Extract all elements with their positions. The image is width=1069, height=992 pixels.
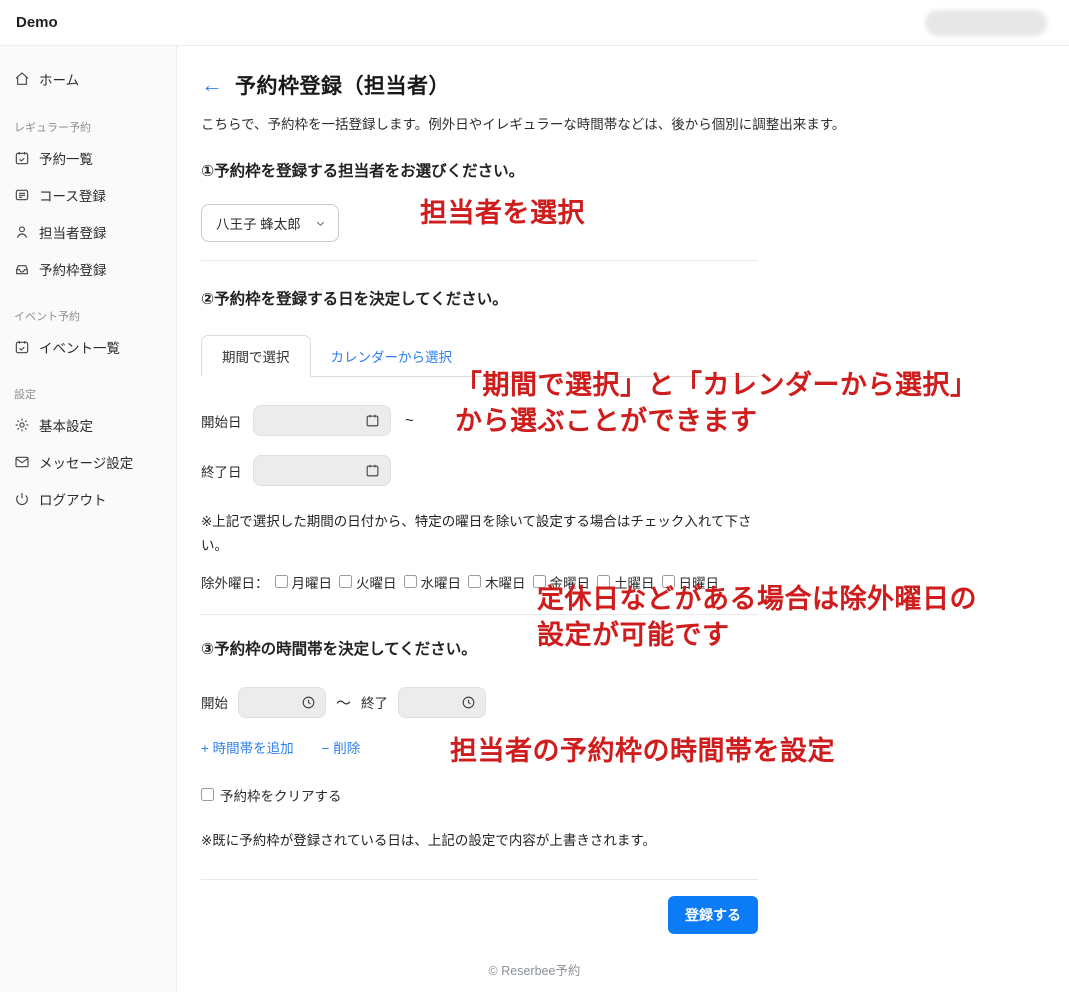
footer-copyright: © Reserbee予約 (0, 960, 1069, 979)
sidebar-section-regular: レギュラー予約 (14, 119, 162, 135)
app-window: Demo ホーム レギュラー予約 予約一覧 コース登録 担当者登録 (0, 0, 1069, 992)
staff-select[interactable]: 八王子 蜂太郎 (201, 204, 339, 242)
sidebar: ホーム レギュラー予約 予約一覧 コース登録 担当者登録 予約枠登録 イベント予… (0, 46, 177, 992)
sidebar-item-label: 担当者登録 (39, 222, 107, 242)
excluded-days-label: 除外曜日： (201, 572, 269, 592)
weekday-checkbox-monday[interactable] (275, 575, 288, 588)
step2-heading: ②予約枠を登録する日を決定してください。 (201, 287, 1069, 309)
excluded-weekdays-row: 除外曜日： 月曜日 火曜日 水曜日 木曜日 金曜日 土曜日 日曜日 (201, 572, 1069, 592)
weekday-checkbox-friday[interactable] (533, 575, 546, 588)
start-time-label: 開始 (201, 692, 228, 712)
overwrite-note: ※既に予約枠が登録されている日は、上記の設定で内容が上書きされます。 (201, 829, 758, 853)
end-date-input[interactable] (253, 455, 391, 486)
section-divider (201, 260, 758, 261)
calendar-icon (365, 463, 380, 478)
sidebar-section-event: イベント予約 (14, 308, 162, 324)
weekday-label: 日曜日 (679, 572, 720, 592)
date-range-tilde: ~ (405, 412, 414, 429)
sidebar-item-label: 予約一覧 (39, 148, 93, 168)
section-divider (201, 879, 758, 880)
start-date-label: 開始日 (201, 411, 253, 431)
section-divider (201, 614, 758, 615)
main-content: ← 予約枠登録（担当者） こちらで、予約枠を一括登録します。例外日やイレギュラー… (177, 46, 1069, 992)
step1-heading: ①予約枠を登録する担当者をお選びください。 (201, 159, 1069, 181)
power-icon (14, 491, 30, 507)
calendar-icon (365, 413, 380, 428)
weekday-checkbox-sunday[interactable] (662, 575, 675, 588)
envelope-icon (14, 454, 30, 470)
weekday-checkbox-saturday[interactable] (597, 575, 610, 588)
weekday-checkbox-thursday[interactable] (468, 575, 481, 588)
clock-icon (301, 695, 316, 710)
page-description: こちらで、予約枠を一括登録します。例外日やイレギュラーな時間帯などは、後から個別… (201, 113, 1069, 133)
tab-period-select[interactable]: 期間で選択 (201, 335, 311, 377)
home-icon (14, 71, 30, 87)
sidebar-section-settings: 設定 (14, 386, 162, 402)
sidebar-item-label: メッセージ設定 (39, 452, 133, 472)
weekday-label: 水曜日 (421, 572, 462, 592)
time-range-row: 開始 〜 終了 (201, 687, 1069, 718)
list-card-icon (14, 187, 30, 203)
sidebar-item-event-list[interactable]: イベント一覧 (14, 338, 162, 355)
step3-heading: ③予約枠の時間帯を決定してください。 (201, 637, 1069, 659)
sidebar-item-staff-register[interactable]: 担当者登録 (14, 223, 162, 240)
back-arrow-icon[interactable]: ← (201, 74, 223, 96)
weekday-checkbox-tuesday[interactable] (339, 575, 352, 588)
start-date-input[interactable] (253, 405, 391, 436)
end-date-row: 終了日 (201, 455, 1069, 486)
sidebar-item-message-settings[interactable]: メッセージ設定 (14, 453, 162, 470)
clear-slots-label: 予約枠をクリアする (220, 785, 342, 805)
brand-logo: Demo (16, 14, 58, 31)
clear-slots-checkbox[interactable] (201, 788, 214, 801)
start-date-row: 開始日 ~ (201, 405, 1069, 436)
add-time-slot-link[interactable]: + 時間帯を追加 (201, 737, 294, 757)
end-date-label: 終了日 (201, 461, 253, 481)
end-time-input[interactable] (398, 687, 486, 718)
weekday-label: 月曜日 (292, 572, 333, 592)
start-time-input[interactable] (238, 687, 326, 718)
gear-icon (14, 417, 30, 433)
topbar: Demo (0, 0, 1069, 46)
clock-icon (461, 695, 476, 710)
end-time-label: 終了 (361, 692, 388, 712)
weekday-label: 火曜日 (356, 572, 397, 592)
sidebar-item-reservation-list[interactable]: 予約一覧 (14, 149, 162, 166)
weekday-checkbox-wednesday[interactable] (404, 575, 417, 588)
sidebar-item-logout[interactable]: ログアウト (14, 490, 162, 507)
register-button[interactable]: 登録する (668, 896, 758, 934)
weekday-exclusion-note: ※上記で選択した期間の日付から、特定の曜日を除いて設定する場合はチェック入れて下… (201, 510, 758, 559)
sidebar-item-label: 基本設定 (39, 415, 93, 435)
calendar-check-icon (14, 150, 30, 166)
weekday-label: 土曜日 (614, 572, 655, 592)
sidebar-item-course-register[interactable]: コース登録 (14, 186, 162, 203)
inbox-tray-icon (14, 261, 30, 277)
sidebar-item-basic-settings[interactable]: 基本設定 (14, 416, 162, 433)
calendar-check-icon (14, 339, 30, 355)
date-select-tabs: 期間で選択 カレンダーから選択 (201, 335, 758, 377)
sidebar-item-label: コース登録 (39, 185, 106, 205)
weekday-label: 金曜日 (550, 572, 591, 592)
sidebar-item-label: 予約枠登録 (39, 259, 107, 279)
time-range-tilde: 〜 (336, 692, 351, 713)
sidebar-item-label: ホーム (39, 69, 79, 89)
weekday-label: 木曜日 (485, 572, 526, 592)
staff-select-value: 八王子 蜂太郎 (216, 213, 301, 233)
sidebar-item-label: イベント一覧 (39, 337, 120, 357)
page-header: ← 予約枠登録（担当者） (201, 70, 1069, 100)
clear-slots-row: 予約枠をクリアする (201, 785, 1069, 805)
tab-calendar-select[interactable]: カレンダーから選択 (311, 336, 473, 376)
chevron-down-icon (315, 218, 326, 229)
sidebar-item-home[interactable]: ホーム (14, 70, 162, 87)
person-icon (14, 224, 30, 240)
sidebar-item-slot-register[interactable]: 予約枠登録 (14, 260, 162, 277)
time-slot-links: + 時間帯を追加 − 削除 (201, 737, 1069, 757)
remove-time-slot-link[interactable]: − 削除 (322, 737, 361, 757)
sidebar-item-label: ログアウト (39, 489, 107, 509)
redacted-account-info (925, 10, 1047, 36)
page-title: 予約枠登録（担当者） (235, 70, 450, 100)
